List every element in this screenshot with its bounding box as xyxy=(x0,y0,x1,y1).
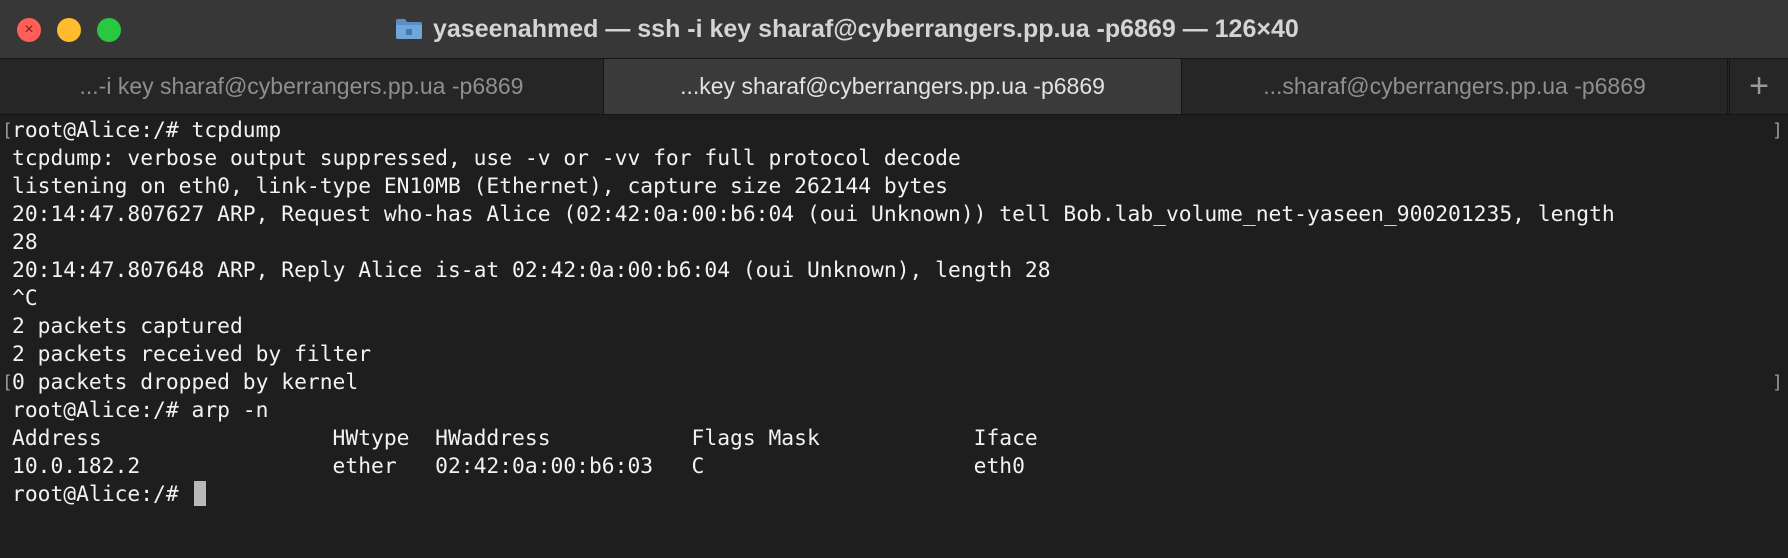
terminal-line: 20:14:47.807627 ARP, Request who-has Ali… xyxy=(12,202,1615,227)
window-title: yaseenahmed — ssh -i key sharaf@cyberran… xyxy=(433,14,1299,43)
terminal-line: root@Alice:/# arp -n xyxy=(12,398,269,423)
text-cursor xyxy=(193,481,206,506)
title-bar[interactable]: × yaseenahmed — ssh -i key sharaf@cyberr… xyxy=(0,0,1788,58)
terminal-line: ^C xyxy=(12,286,38,311)
prompt-text: root@Alice:/# xyxy=(12,482,192,507)
maximize-window-button[interactable] xyxy=(97,18,121,42)
terminal-window: × yaseenahmed — ssh -i key sharaf@cyberr… xyxy=(0,0,1788,558)
prompt-mark-right: ] xyxy=(1772,372,1783,393)
close-window-button[interactable]: × xyxy=(17,18,41,42)
terminal-line: 2 packets received by filter xyxy=(12,342,372,367)
terminal-line: 28 xyxy=(12,230,38,255)
terminal-line: 0 packets dropped by kernel xyxy=(12,370,359,395)
tab-ssh-2-active[interactable]: ...key sharaf@cyberrangers.pp.ua -p6869 xyxy=(604,59,1182,114)
prompt-mark-right: ] xyxy=(1772,120,1783,141)
tab-ssh-1[interactable]: ...-i key sharaf@cyberrangers.pp.ua -p68… xyxy=(0,59,604,114)
terminal-prompt-line[interactable]: root@Alice:/# xyxy=(12,481,206,509)
terminal-line: 20:14:47.807648 ARP, Reply Alice is-at 0… xyxy=(12,258,1051,283)
window-title-group: yaseenahmed — ssh -i key sharaf@cyberran… xyxy=(395,12,1299,46)
minimize-window-button[interactable] xyxy=(57,18,81,42)
terminal-line: root@Alice:/# tcpdump xyxy=(12,118,282,143)
terminal-line: Address HWtype HWaddress Flags Mask Ifac… xyxy=(12,426,1038,451)
terminal-line: listening on eth0, link-type EN10MB (Eth… xyxy=(12,174,948,199)
new-tab-button[interactable]: + xyxy=(1729,59,1788,114)
terminal-line: 2 packets captured xyxy=(12,314,243,339)
tab-ssh-3[interactable]: ...sharaf@cyberrangers.pp.ua -p6869 xyxy=(1182,59,1728,114)
terminal-line: 10.0.182.2 ether 02:42:0a:00:b6:03 C eth… xyxy=(12,454,1025,479)
terminal-line: tcpdump: verbose output suppressed, use … xyxy=(12,146,961,171)
plus-icon: + xyxy=(1749,67,1769,105)
folder-icon xyxy=(396,19,422,39)
tab-bar: ...-i key sharaf@cyberrangers.pp.ua -p68… xyxy=(0,58,1788,115)
terminal-output[interactable]: [ ] [ ] root@Alice:/# tcpdump tcpdump: v… xyxy=(0,115,1788,558)
close-icon: × xyxy=(24,21,34,38)
